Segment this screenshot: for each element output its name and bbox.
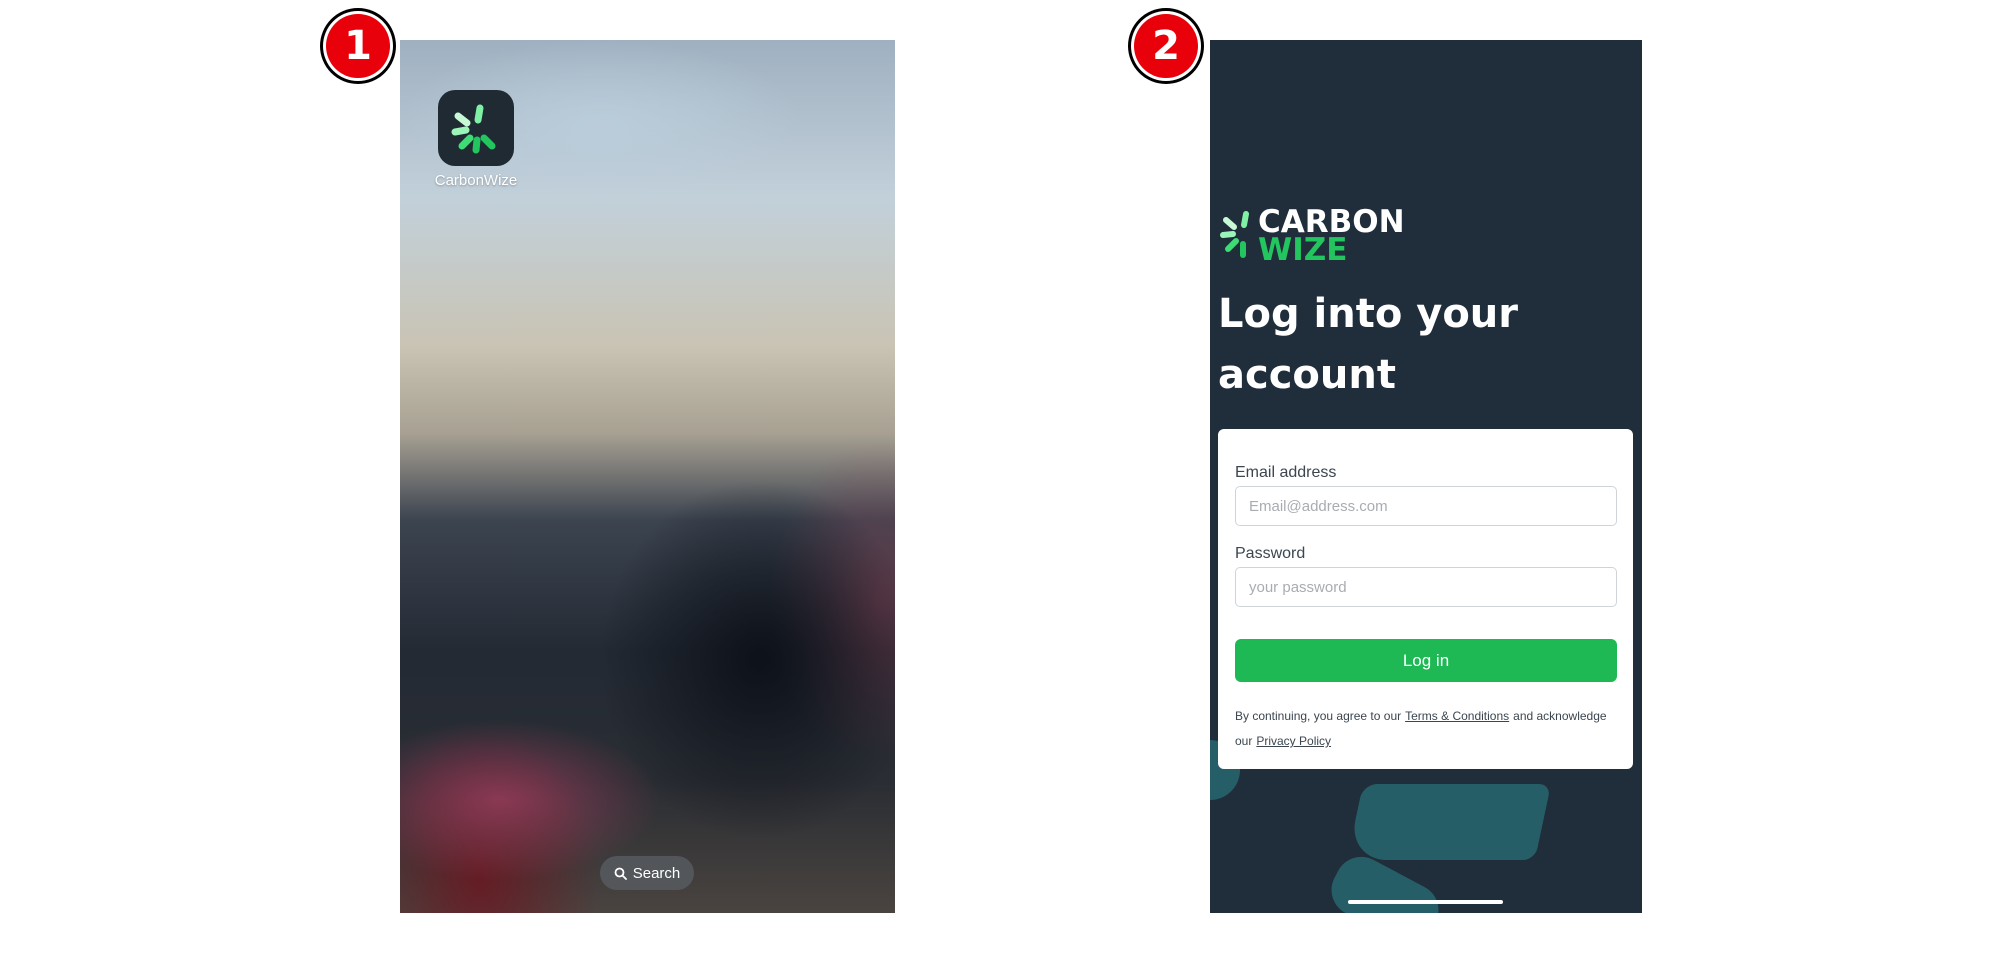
legal-prefix: By continuing, you agree to our <box>1235 709 1402 723</box>
password-field[interactable] <box>1235 567 1617 607</box>
email-field[interactable] <box>1235 486 1617 526</box>
app-label[interactable]: CarbonWize <box>422 172 530 189</box>
carbonwize-logo: CARBON WIZE <box>1218 207 1405 268</box>
step-badge-1: 1 <box>320 8 396 84</box>
step-number: 1 <box>326 14 390 78</box>
decorative-shape <box>1346 784 1552 860</box>
privacy-link[interactable]: Privacy Policy <box>1256 734 1331 748</box>
password-label: Password <box>1235 545 1306 562</box>
legal-notice: By continuing, you agree to our Terms & C… <box>1235 704 1625 754</box>
spotlight-search-button[interactable]: Search <box>600 856 694 890</box>
carbonwize-burst-icon <box>1220 211 1249 258</box>
login-screen: CARBON WIZE Log into your account Email … <box>1210 40 1642 913</box>
page-title: Log into your account <box>1218 291 1518 398</box>
carbonwize-logo-icon <box>451 104 496 154</box>
logo-line-2: WIZE <box>1258 232 1348 268</box>
home-screen: CarbonWize Search <box>400 40 895 913</box>
home-indicator[interactable] <box>1348 900 1503 904</box>
stage: 1 2 CarbonWize Search CARBON WIZE Log in… <box>0 0 1992 954</box>
carbonwize-app-icon[interactable] <box>438 90 514 166</box>
search-icon <box>614 867 627 880</box>
login-button[interactable]: Log in <box>1235 639 1617 682</box>
search-label: Search <box>632 864 681 882</box>
login-card: Email address Password Log in By continu… <box>1218 429 1633 769</box>
email-label: Email address <box>1235 464 1337 481</box>
step-badge-2: 2 <box>1128 8 1204 84</box>
terms-link[interactable]: Terms & Conditions <box>1405 709 1509 723</box>
step-number: 2 <box>1134 14 1198 78</box>
